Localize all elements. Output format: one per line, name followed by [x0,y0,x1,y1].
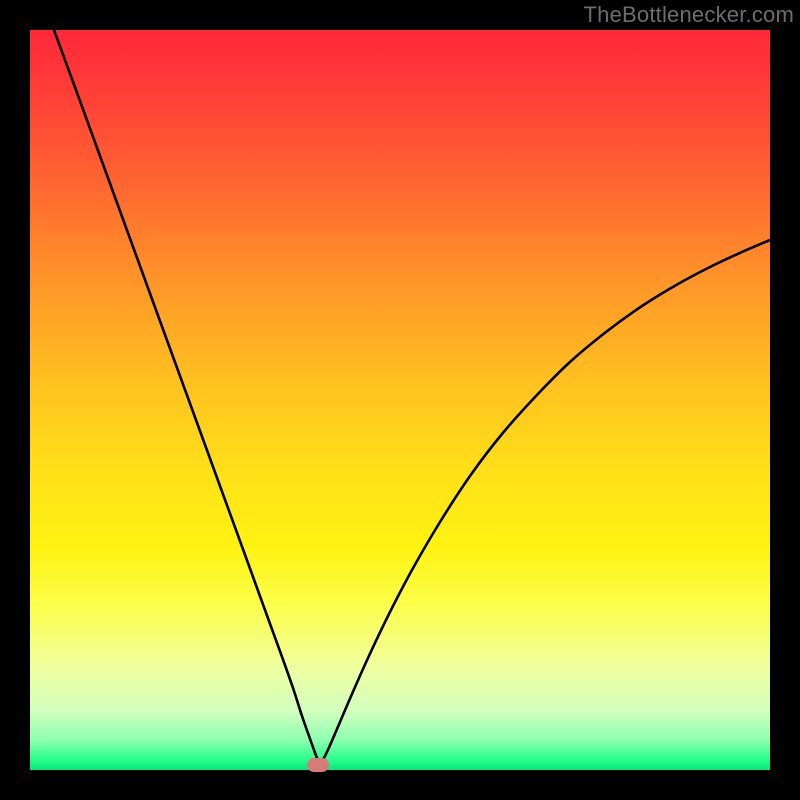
bottleneck-curve [54,30,770,763]
chart-frame: TheBottlenecker.com [0,0,800,800]
watermark-text: TheBottlenecker.com [584,2,794,28]
minimum-marker [307,758,329,772]
curve-layer [30,30,770,770]
